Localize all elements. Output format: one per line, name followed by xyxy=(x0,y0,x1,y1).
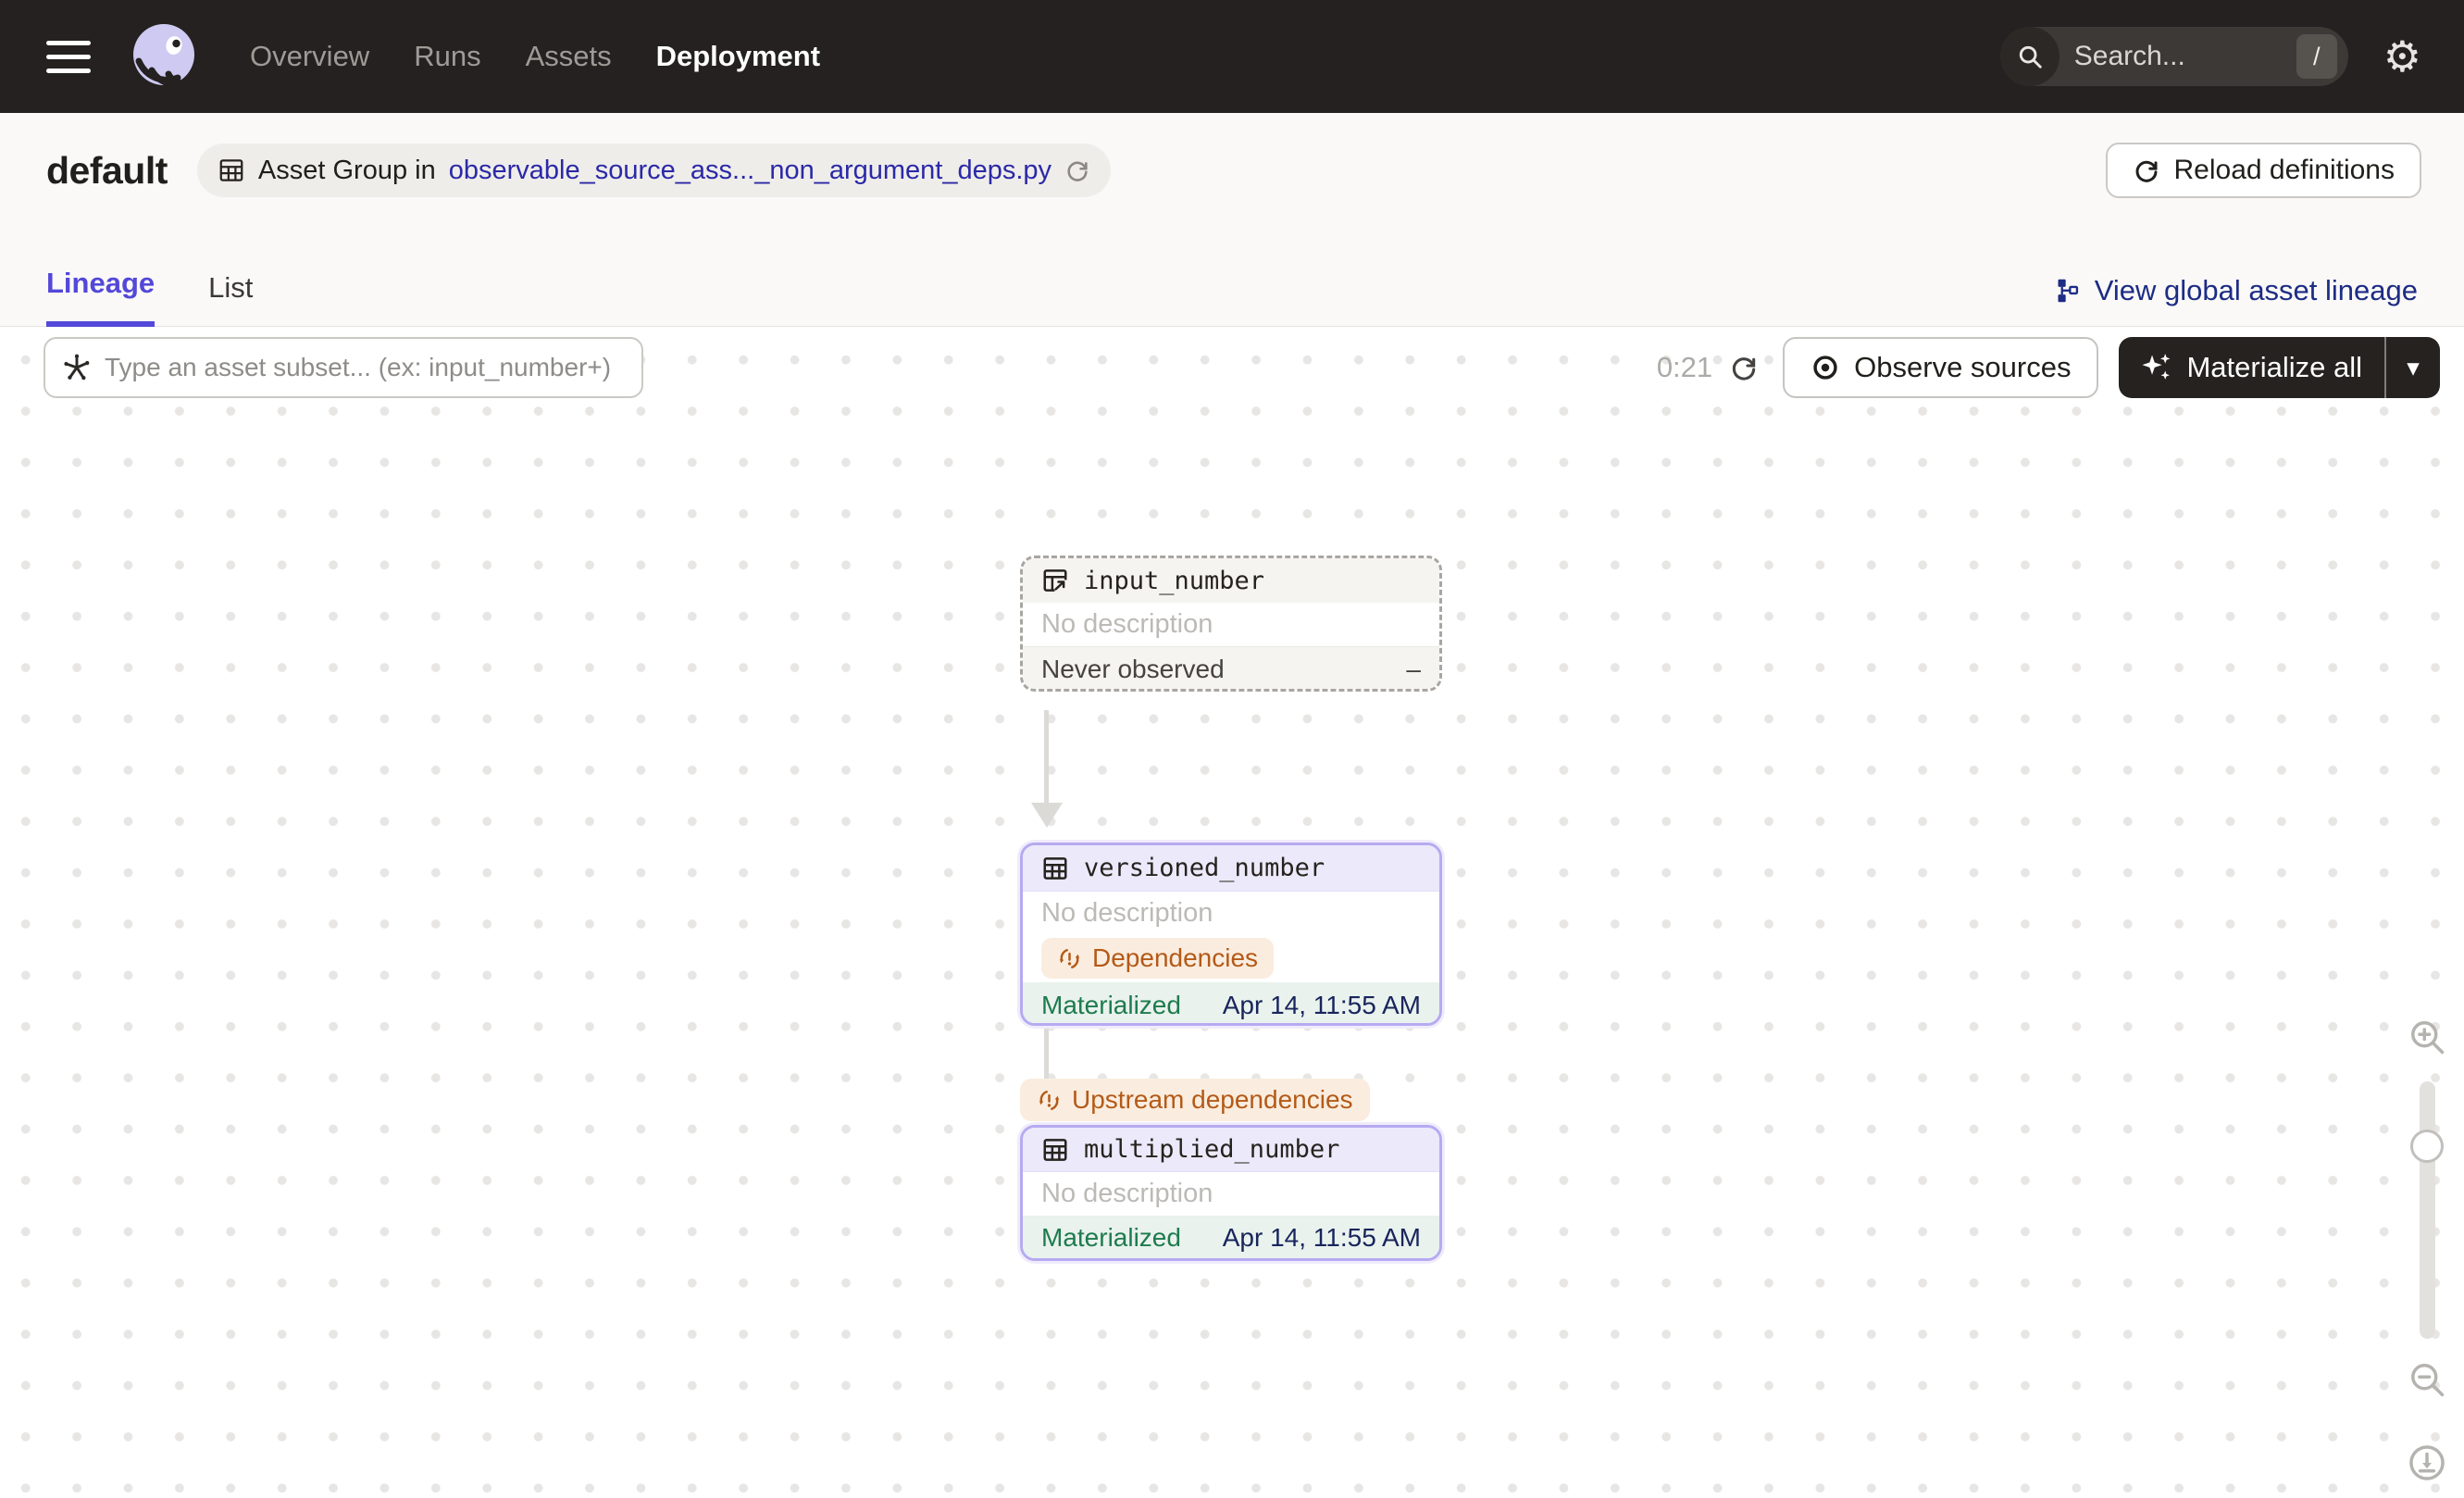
asset-name: input_number xyxy=(1084,566,1265,595)
edge-arrowhead xyxy=(1031,803,1063,828)
asset-table-icon xyxy=(1041,855,1069,882)
tab-list[interactable]: List xyxy=(208,271,253,326)
zoom-in-icon[interactable] xyxy=(2407,1017,2447,1057)
upstream-dependencies-badge[interactable]: Upstream dependencies xyxy=(1020,1079,1370,1121)
asset-status-value: – xyxy=(1406,654,1421,683)
download-image-icon[interactable] xyxy=(2407,1442,2447,1483)
edge-versioned-to-multiplied xyxy=(1044,1026,1049,1081)
auto-refresh-timer: 0:21 xyxy=(1656,351,1713,383)
asset-subset-input[interactable] xyxy=(105,353,636,382)
asset-node-versioned-number[interactable]: versioned_number No description Dependen… xyxy=(1020,843,1442,1026)
nav-item-runs[interactable]: Runs xyxy=(414,40,480,73)
materialize-dropdown-caret[interactable]: ▾ xyxy=(2386,337,2440,398)
asset-description: No description xyxy=(1041,1179,1213,1208)
hamburger-menu-icon[interactable] xyxy=(46,40,91,73)
reload-definitions-button[interactable]: Reload definitions xyxy=(2105,143,2421,198)
sparkle-icon xyxy=(2141,352,2172,383)
graph-toolbar: 0:21 Observe sources Materialize all ▾ xyxy=(1657,337,2440,398)
page-header: default Asset Group in observable_source… xyxy=(0,113,2464,327)
search-icon xyxy=(1999,27,2060,86)
asset-status: Materialized xyxy=(1041,991,1181,1019)
asset-group-icon xyxy=(218,156,245,184)
zoom-controls xyxy=(2403,1017,2451,1483)
observe-sources-button[interactable]: Observe sources xyxy=(1783,337,2099,398)
observe-eye-icon xyxy=(1811,353,1840,382)
primary-nav: Overview Runs Assets Deployment xyxy=(250,40,820,73)
asset-name: versioned_number xyxy=(1084,854,1325,882)
nav-item-deployment[interactable]: Deployment xyxy=(656,40,820,73)
breadcrumb-refresh-icon[interactable] xyxy=(1064,157,1090,183)
asset-subset-filter[interactable] xyxy=(44,337,643,398)
graph-refresh-icon[interactable] xyxy=(1729,353,1759,382)
asset-group-breadcrumb: Asset Group in observable_source_ass..._… xyxy=(196,144,1112,197)
asset-timestamp: Apr 14, 11:55 AM xyxy=(1222,1223,1421,1252)
zoom-slider[interactable] xyxy=(2410,1081,2444,1339)
asset-status: Never observed xyxy=(1041,654,1225,683)
asset-lineage-canvas[interactable]: 0:21 Observe sources xyxy=(0,327,2464,1498)
asset-node-input-number[interactable]: input_number No description Never observ… xyxy=(1020,556,1442,692)
lineage-graph-icon xyxy=(2055,278,2081,304)
asset-name: multiplied_number xyxy=(1084,1135,1340,1164)
zoom-slider-handle[interactable] xyxy=(2410,1130,2444,1163)
asset-timestamp: Apr 14, 11:55 AM xyxy=(1222,991,1421,1019)
asset-graph-filter-icon xyxy=(62,353,92,382)
global-search[interactable]: / xyxy=(1999,27,2348,86)
asset-description: No description xyxy=(1041,609,1213,639)
top-nav: Overview Runs Assets Deployment / ⚙ xyxy=(0,0,2464,113)
settings-gear-icon[interactable]: ⚙ xyxy=(2383,35,2421,78)
asset-status: Materialized xyxy=(1041,1223,1181,1252)
dependencies-badge[interactable]: Dependencies xyxy=(1041,938,1275,979)
page-title: default xyxy=(46,148,168,192)
tab-lineage[interactable]: Lineage xyxy=(46,267,156,327)
asset-group-file-link[interactable]: observable_source_ass..._non_argument_de… xyxy=(449,156,1052,186)
asset-description: No description xyxy=(1041,897,1213,928)
nav-item-assets[interactable]: Assets xyxy=(526,40,612,73)
asset-node-multiplied-number[interactable]: multiplied_number No description Materia… xyxy=(1020,1125,1442,1261)
source-asset-icon xyxy=(1041,567,1069,594)
zoom-out-icon[interactable] xyxy=(2407,1359,2447,1400)
view-global-asset-lineage-link[interactable]: View global asset lineage xyxy=(2055,274,2418,326)
reload-icon xyxy=(2133,156,2160,184)
asset-table-icon xyxy=(1041,1136,1069,1164)
tab-bar: Lineage List View global asset lineage xyxy=(0,267,2464,327)
dagster-logo[interactable] xyxy=(128,20,200,93)
search-shortcut-key: / xyxy=(2296,34,2337,79)
search-input[interactable] xyxy=(2059,41,2296,72)
nav-item-overview[interactable]: Overview xyxy=(250,40,369,73)
materialize-all-button[interactable]: Materialize all ▾ xyxy=(2119,337,2440,398)
asset-group-label: Asset Group in xyxy=(257,155,436,185)
edge-input-to-versioned xyxy=(1044,710,1049,805)
